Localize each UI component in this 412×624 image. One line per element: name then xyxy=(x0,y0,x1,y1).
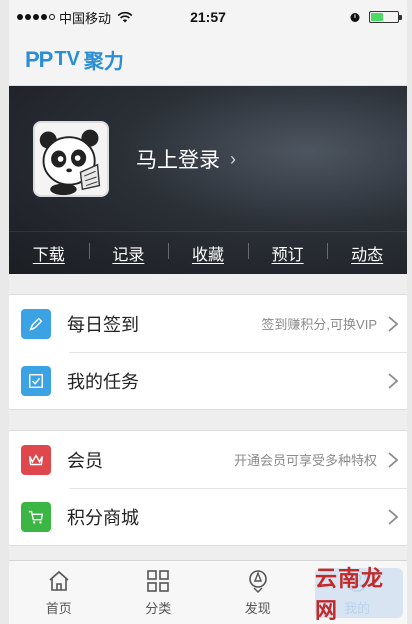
clock: 21:57 xyxy=(190,9,226,25)
menu-desc: 签到赚积分,可换VIP xyxy=(261,317,377,332)
bottom-tab-bar: 首页 分类 发现 我的 云南龙网 xyxy=(9,560,407,624)
menu-section-membership: 会员 开通会员可享受多种特权 积分商城 xyxy=(9,430,407,546)
tab-label: 发现 xyxy=(244,601,271,616)
menu-section-tasks: 每日签到 签到赚积分,可换VIP 我的任务 xyxy=(9,294,407,410)
menu-item-vip[interactable]: 会员 开通会员可享受多种特权 xyxy=(9,431,407,488)
menu-item-points-mall[interactable]: 积分商城 xyxy=(9,488,407,545)
login-link[interactable]: 马上登录 › xyxy=(136,144,236,174)
menu-label: 会员 xyxy=(67,450,103,471)
compass-icon xyxy=(248,570,267,593)
menu-item-daily-checkin[interactable]: 每日签到 签到赚积分,可换VIP xyxy=(9,295,407,352)
alarm-icon xyxy=(350,13,360,22)
checkbox-icon xyxy=(21,365,51,396)
login-label: 马上登录 xyxy=(136,149,220,172)
app-screen: 中国移动 21:57 PP TV 聚力 马上登录 › 下载 记录 收藏 预订 动… xyxy=(9,0,407,624)
crown-icon xyxy=(21,444,51,475)
tab-reservations[interactable]: 预订 xyxy=(247,241,328,265)
home-icon xyxy=(49,570,69,591)
chevron-right-icon xyxy=(388,451,399,468)
battery-icon xyxy=(369,11,402,23)
chevron-right-icon: › xyxy=(230,148,236,169)
menu-desc: 开通会员可享受多种特权 xyxy=(233,453,377,468)
tab-activity[interactable]: 动态 xyxy=(327,241,407,265)
watermark: 云南龙网 xyxy=(315,566,403,623)
grid-icon xyxy=(147,570,170,592)
menu-item-my-tasks[interactable]: 我的任务 xyxy=(9,352,407,409)
menu-label: 我的任务 xyxy=(67,371,139,392)
status-bar: 中国移动 21:57 xyxy=(9,0,407,34)
chevron-right-icon xyxy=(388,372,399,389)
signal-dots-icon xyxy=(17,14,55,20)
carrier-name: 中国移动 xyxy=(59,10,112,26)
pptv-logo: PP TV 聚力 xyxy=(25,46,124,74)
cart-icon xyxy=(21,501,51,532)
menu-label: 每日签到 xyxy=(67,314,139,335)
wifi-icon xyxy=(117,11,133,23)
tab-home[interactable]: 首页 xyxy=(9,561,109,624)
profile-hero: 马上登录 › 下载 记录 收藏 预订 动态 xyxy=(9,86,407,274)
menu-label: 积分商城 xyxy=(67,507,139,528)
panda-avatar-icon xyxy=(35,123,107,195)
chevron-right-icon xyxy=(388,508,399,525)
chevron-right-icon xyxy=(388,315,399,332)
tab-categories[interactable]: 分类 xyxy=(109,561,209,624)
profile-tabs: 下载 记录 收藏 预订 动态 xyxy=(9,231,407,274)
tab-favorites[interactable]: 收藏 xyxy=(168,241,248,265)
tab-download[interactable]: 下载 xyxy=(9,241,89,265)
avatar[interactable] xyxy=(33,121,109,197)
tab-history[interactable]: 记录 xyxy=(88,241,169,265)
tab-label: 首页 xyxy=(45,601,72,616)
pen-sign-icon xyxy=(21,308,51,339)
tab-label: 分类 xyxy=(145,601,172,616)
brand-header: PP TV 聚力 xyxy=(9,34,407,86)
tab-discover[interactable]: 发现 xyxy=(208,561,308,624)
